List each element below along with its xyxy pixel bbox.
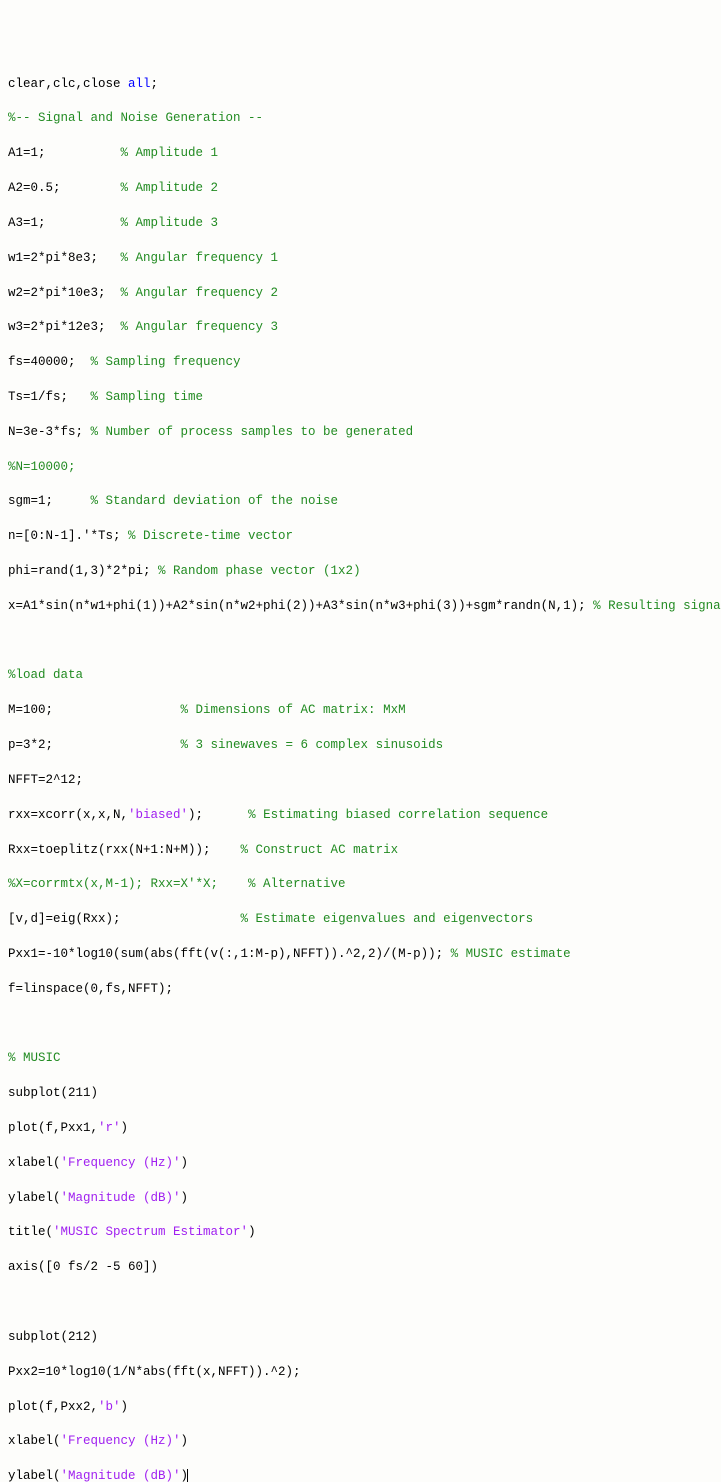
code-line: M=100; % Dimensions of AC matrix: MxM bbox=[8, 702, 713, 719]
code-line: ylabel('Magnitude (dB)') bbox=[8, 1190, 713, 1207]
code-line: fs=40000; % Sampling frequency bbox=[8, 354, 713, 371]
code-line: A3=1; % Amplitude 3 bbox=[8, 215, 713, 232]
code-line: Pxx1=-10*log10(sum(abs(fft(v(:,1:M-p),NF… bbox=[8, 946, 713, 963]
code-line: title('MUSIC Spectrum Estimator') bbox=[8, 1224, 713, 1241]
code-line: [v,d]=eig(Rxx); % Estimate eigenvalues a… bbox=[8, 911, 713, 928]
code-line bbox=[8, 633, 713, 650]
code-line: n=[0:N-1].'*Ts; % Discrete-time vector bbox=[8, 528, 713, 545]
code-line: %-- Signal and Noise Generation -- bbox=[8, 110, 713, 127]
code-line: w3=2*pi*12e3; % Angular frequency 3 bbox=[8, 319, 713, 336]
code-line: xlabel('Frequency (Hz)') bbox=[8, 1433, 713, 1450]
code-line: ylabel('Magnitude (dB)') bbox=[8, 1468, 713, 1482]
code-line: plot(f,Pxx1,'r') bbox=[8, 1120, 713, 1137]
code-line: phi=rand(1,3)*2*pi; % Random phase vecto… bbox=[8, 563, 713, 580]
code-line: subplot(211) bbox=[8, 1085, 713, 1102]
code-line: subplot(212) bbox=[8, 1329, 713, 1346]
code-line: NFFT=2^12; bbox=[8, 772, 713, 789]
code-line: x=A1*sin(n*w1+phi(1))+A2*sin(n*w2+phi(2)… bbox=[8, 598, 713, 615]
text-caret-icon bbox=[187, 1469, 188, 1482]
code-line: plot(f,Pxx2,'b') bbox=[8, 1399, 713, 1416]
code-line: N=3e-3*fs; % Number of process samples t… bbox=[8, 424, 713, 441]
code-line: Pxx2=10*log10(1/N*abs(fft(x,NFFT)).^2); bbox=[8, 1364, 713, 1381]
code-line: %load data bbox=[8, 667, 713, 684]
code-line: w1=2*pi*8e3; % Angular frequency 1 bbox=[8, 250, 713, 267]
code-line: rxx=xcorr(x,x,N,'biased'); % Estimating … bbox=[8, 807, 713, 824]
code-line: A2=0.5; % Amplitude 2 bbox=[8, 180, 713, 197]
code-line: %X=corrmtx(x,M-1); Rxx=X'*X; % Alternati… bbox=[8, 876, 713, 893]
code-line: w2=2*pi*10e3; % Angular frequency 2 bbox=[8, 285, 713, 302]
code-line: axis([0 fs/2 -5 60]) bbox=[8, 1259, 713, 1276]
code-line: p=3*2; % 3 sinewaves = 6 complex sinusoi… bbox=[8, 737, 713, 754]
code-line: %N=10000; bbox=[8, 459, 713, 476]
code-line bbox=[8, 1016, 713, 1033]
code-line: % MUSIC bbox=[8, 1050, 713, 1067]
code-line: clear,clc,close all; bbox=[8, 76, 713, 93]
code-line: xlabel('Frequency (Hz)') bbox=[8, 1155, 713, 1172]
code-line: Rxx=toeplitz(rxx(N+1:N+M)); % Construct … bbox=[8, 842, 713, 859]
code-line: Ts=1/fs; % Sampling time bbox=[8, 389, 713, 406]
code-line bbox=[8, 1294, 713, 1311]
code-line: sgm=1; % Standard deviation of the noise bbox=[8, 493, 713, 510]
code-line: f=linspace(0,fs,NFFT); bbox=[8, 981, 713, 998]
matlab-editor: { "colors": { "comment": "#228b22", "str… bbox=[0, 0, 721, 1482]
code-line: A1=1; % Amplitude 1 bbox=[8, 145, 713, 162]
